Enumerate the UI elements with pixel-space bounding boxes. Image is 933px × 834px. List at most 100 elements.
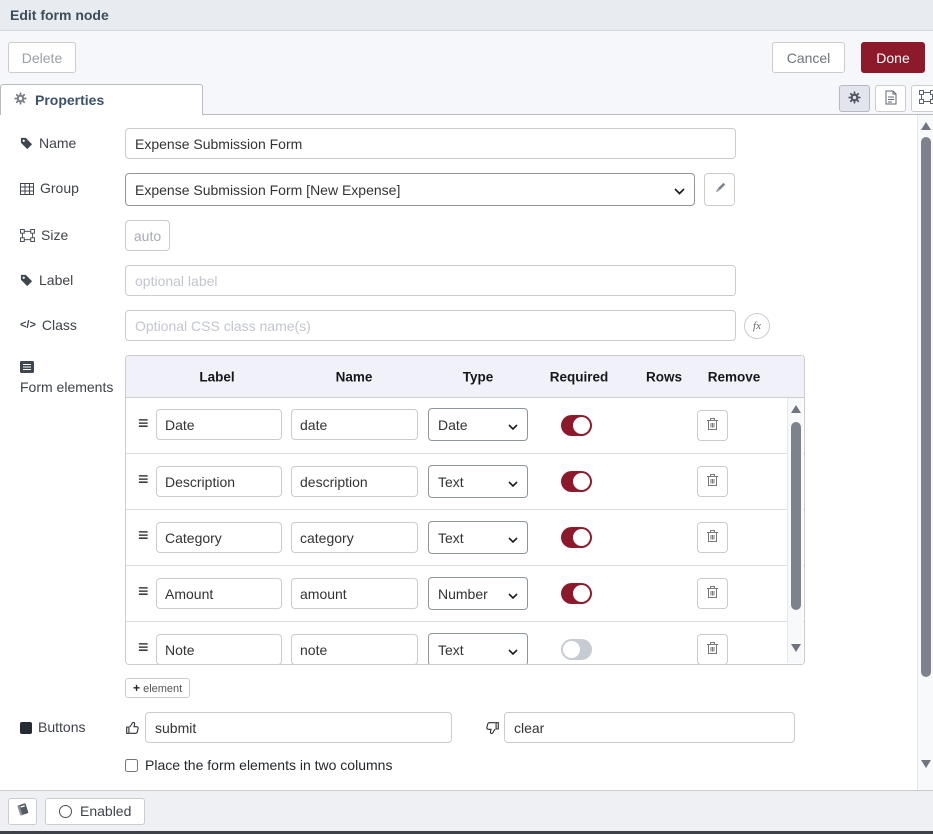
- dialog-footer: Enabled: [0, 790, 933, 831]
- drag-handle-icon[interactable]: ≡: [138, 582, 149, 600]
- drag-handle-icon[interactable]: ≡: [138, 470, 149, 488]
- elements-table: LabelNameTypeRequiredRowsRemove ≡Date≡Te…: [125, 355, 805, 665]
- buttons-label-text: Buttons: [38, 719, 85, 736]
- size-row: Size auto: [20, 220, 913, 251]
- toolbar-right-group: Cancel Done: [772, 42, 925, 73]
- name-input[interactable]: [125, 128, 736, 159]
- group-select-value: Expense Submission Form [New Expense]: [135, 182, 400, 198]
- gear-icon: [14, 92, 27, 108]
- chevron-down-icon: [674, 182, 685, 198]
- dynamic-class-badge[interactable]: fx: [744, 313, 770, 339]
- edit-form-node-dialog: Edit form node Delete Cancel Done Proper…: [0, 0, 933, 834]
- group-label-text: Group: [40, 180, 79, 197]
- plus-icon: +: [133, 681, 140, 695]
- delete-element-button[interactable]: [697, 522, 728, 553]
- drag-handle-icon[interactable]: ≡: [138, 414, 149, 432]
- appearance-section-button[interactable]: [911, 85, 933, 112]
- group-select[interactable]: Expense Submission Form [New Expense]: [125, 173, 695, 206]
- panel-scrollbar[interactable]: [917, 115, 933, 790]
- add-element-label: element: [143, 683, 182, 695]
- node-help-button[interactable]: [8, 798, 37, 825]
- class-row: </> Class fx: [20, 310, 913, 341]
- elements-scrollbar[interactable]: [787, 398, 803, 663]
- drag-handle-icon[interactable]: ≡: [138, 526, 149, 544]
- tag-icon: [20, 274, 33, 287]
- description-section-button[interactable]: [875, 85, 906, 112]
- delete-element-button[interactable]: [697, 634, 728, 665]
- clear-button-text-input[interactable]: [504, 712, 795, 743]
- required-toggle[interactable]: [561, 415, 592, 436]
- name-label: Name: [20, 128, 125, 152]
- label-label-text: Label: [39, 272, 73, 289]
- object-group-icon: [20, 229, 35, 242]
- column-header-rows: Rows: [646, 369, 682, 384]
- element-name-input[interactable]: [291, 578, 418, 609]
- delete-element-button[interactable]: [697, 410, 728, 441]
- column-header-type: Type: [463, 369, 494, 384]
- column-header-label: Label: [199, 369, 234, 384]
- drag-handle-icon[interactable]: ≡: [138, 638, 149, 656]
- required-toggle[interactable]: [561, 639, 592, 660]
- element-type-select[interactable]: Text: [428, 465, 528, 498]
- required-toggle[interactable]: [561, 527, 592, 548]
- element-type-select[interactable]: Number: [428, 577, 528, 610]
- element-label-input[interactable]: [156, 466, 282, 497]
- element-type-select[interactable]: Text: [428, 633, 528, 665]
- size-label-text: Size: [41, 227, 68, 244]
- element-name-input[interactable]: [291, 634, 418, 665]
- element-type-select[interactable]: Date: [428, 408, 528, 441]
- properties-section-button[interactable]: [839, 85, 870, 112]
- two-columns-checkbox[interactable]: [125, 759, 138, 772]
- element-name-input[interactable]: [291, 522, 418, 553]
- class-label-text: Class: [42, 317, 77, 334]
- element-label-input[interactable]: [156, 578, 282, 609]
- edit-group-button[interactable]: [704, 173, 735, 206]
- scroll-down-icon[interactable]: [791, 644, 801, 652]
- form-element-row: ≡ Number: [126, 565, 804, 621]
- size-auto-button[interactable]: auto: [125, 220, 170, 251]
- elements-table-header: LabelNameTypeRequiredRowsRemove: [126, 356, 804, 398]
- gear-icon: [848, 91, 861, 107]
- element-label-input[interactable]: [156, 634, 282, 665]
- scroll-down-icon[interactable]: [921, 760, 931, 768]
- class-label: </> Class: [20, 310, 125, 334]
- delete-element-button[interactable]: [697, 466, 728, 497]
- scrollbar-thumb[interactable]: [921, 137, 931, 677]
- chevron-down-icon: [508, 530, 518, 546]
- scroll-up-icon[interactable]: [791, 405, 801, 413]
- element-name-input[interactable]: [291, 409, 418, 440]
- element-name-input[interactable]: [291, 466, 418, 497]
- required-toggle[interactable]: [561, 471, 592, 492]
- scrollbar-thumb[interactable]: [791, 422, 801, 610]
- form-element-row: ≡ Text: [126, 453, 804, 509]
- add-element-button[interactable]: + element: [125, 678, 190, 698]
- scroll-up-icon[interactable]: [921, 122, 931, 130]
- submit-button-text-input[interactable]: [145, 712, 452, 743]
- status-circle-icon: [59, 805, 72, 818]
- label-label: Label: [20, 265, 125, 289]
- book-icon: [15, 802, 30, 820]
- delete-element-button[interactable]: [697, 578, 728, 609]
- delete-button[interactable]: Delete: [8, 42, 76, 73]
- dialog-header: Edit form node: [0, 0, 933, 31]
- buttons-label: Buttons: [20, 712, 125, 736]
- label-input[interactable]: [125, 265, 736, 296]
- name-row: Name: [20, 128, 913, 159]
- object-group-icon: [919, 90, 933, 107]
- label-row: Label: [20, 265, 913, 296]
- node-enabled-toggle[interactable]: Enabled: [45, 798, 145, 825]
- done-button[interactable]: Done: [861, 42, 925, 73]
- document-icon: [885, 90, 897, 108]
- cancel-button[interactable]: Cancel: [772, 42, 845, 73]
- required-toggle[interactable]: [561, 583, 592, 604]
- element-type-value: Number: [438, 586, 488, 602]
- element-label-input[interactable]: [156, 409, 282, 440]
- element-label-input[interactable]: [156, 522, 282, 553]
- thumbs-up-icon: [125, 720, 141, 736]
- tab-properties[interactable]: Properties: [0, 84, 203, 115]
- column-header-name: Name: [336, 369, 373, 384]
- element-type-select[interactable]: Text: [428, 521, 528, 554]
- trash-icon: [706, 417, 719, 434]
- column-header-remove: Remove: [708, 369, 761, 384]
- class-input[interactable]: [125, 310, 736, 341]
